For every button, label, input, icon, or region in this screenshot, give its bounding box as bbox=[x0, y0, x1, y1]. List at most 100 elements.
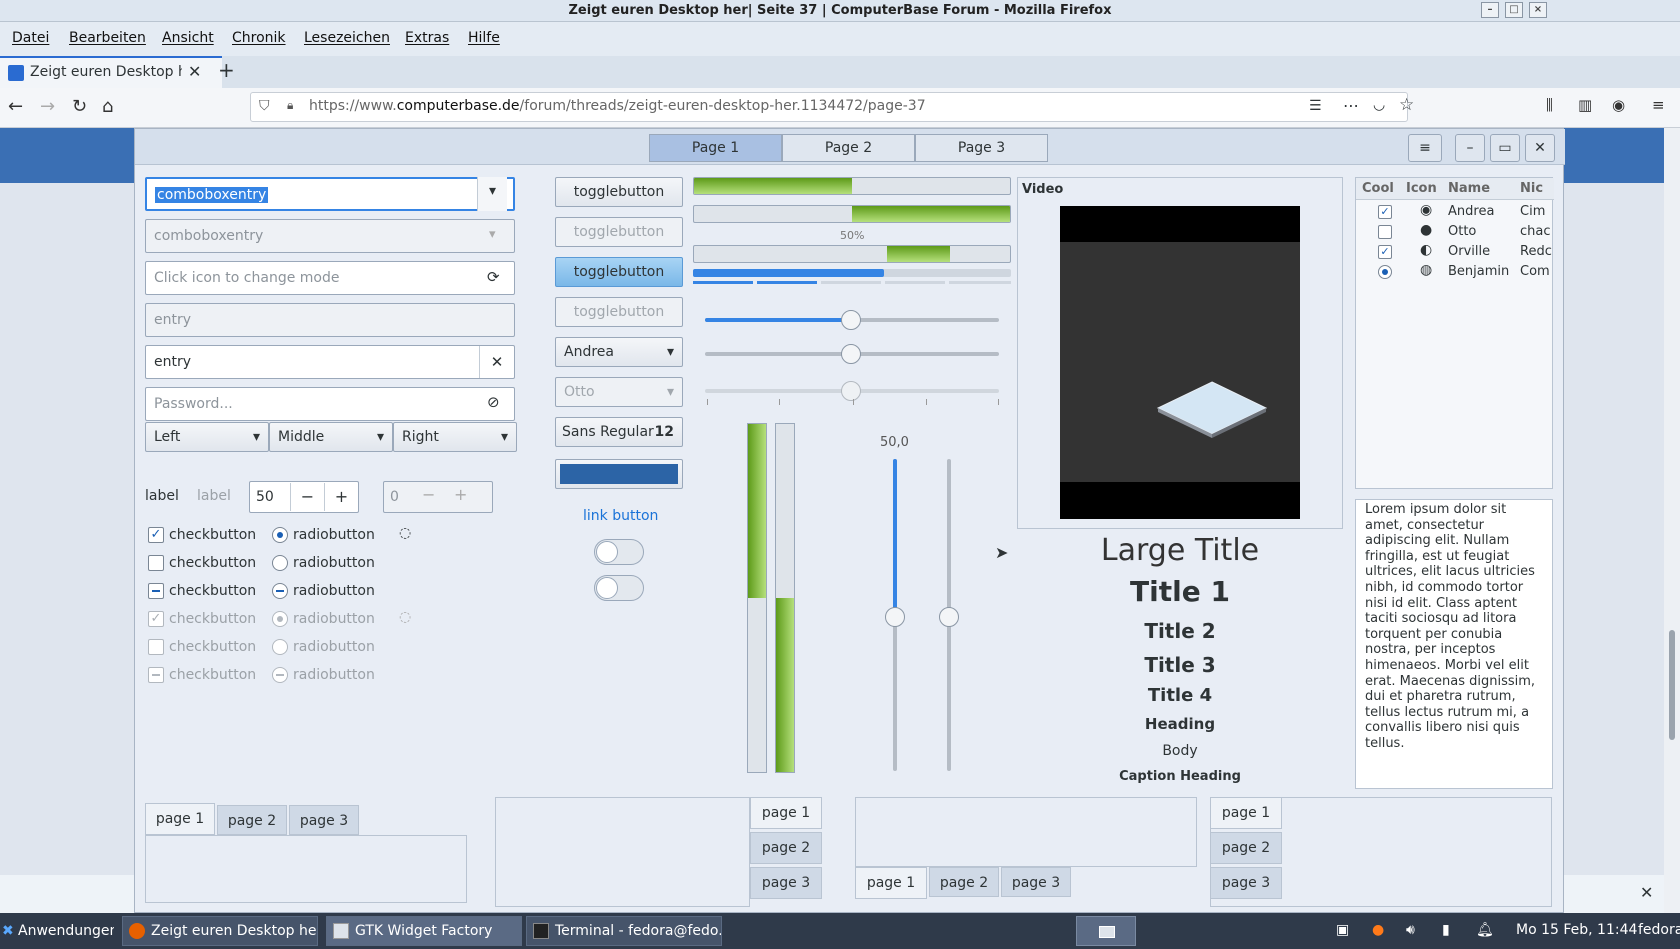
volume-icon[interactable]: 🔊︎ bbox=[1406, 922, 1415, 938]
link-button[interactable]: link button bbox=[583, 507, 658, 525]
icon-mode-entry[interactable]: Click icon to change mode bbox=[145, 261, 515, 295]
vscale-1-knob[interactable] bbox=[885, 607, 905, 627]
tree-column-name[interactable]: Name bbox=[1448, 181, 1490, 196]
notebook4-tab-page-3[interactable]: page 3 bbox=[1210, 867, 1282, 899]
user-name[interactable]: fedora bbox=[1638, 922, 1680, 938]
hide-password-icon[interactable]: ⊘ bbox=[487, 393, 500, 411]
switch-off[interactable] bbox=[594, 539, 644, 565]
tree-check-unchecked[interactable] bbox=[1378, 225, 1392, 239]
menu-lesezeichen[interactable]: Lesezeichen bbox=[304, 30, 390, 46]
togglebutton-active[interactable]: togglebutton bbox=[555, 257, 683, 287]
combo-andrea[interactable]: Andrea ▾ bbox=[555, 337, 683, 367]
library-icon[interactable]: ⫼ bbox=[1546, 96, 1553, 114]
refresh-icon[interactable]: ⟳ bbox=[487, 268, 500, 286]
notebook2-tab-page-1[interactable]: page 1 bbox=[750, 797, 822, 829]
font-button[interactable]: Sans Regular 12 bbox=[555, 417, 683, 447]
tree-column-cool[interactable]: Cool bbox=[1362, 181, 1394, 196]
taskbar-item-terminal[interactable]: Terminal - fedora@fedo... bbox=[526, 916, 722, 946]
hscale-1-knob[interactable] bbox=[841, 310, 861, 330]
menu-hilfe[interactable]: Hilfe bbox=[468, 30, 500, 46]
tab-page-1[interactable]: Page 1 bbox=[649, 134, 782, 162]
reader-icon[interactable]: ☰ bbox=[1309, 98, 1322, 114]
notebook3-tab-page-1[interactable]: page 1 bbox=[855, 867, 927, 899]
battery-icon[interactable]: ▮ bbox=[1442, 922, 1450, 938]
hamburger-menu-icon[interactable]: ≡ bbox=[1652, 96, 1665, 114]
menu-extras[interactable]: Extras bbox=[405, 30, 449, 46]
clock[interactable]: Mo 15 Feb, 11:44 bbox=[1516, 922, 1637, 938]
menu-bearbeiten[interactable]: Bearbeiten bbox=[69, 30, 146, 46]
combo-arrow-icon[interactable]: ▾ bbox=[477, 177, 507, 211]
align-left-combo[interactable]: Left ▾ bbox=[145, 422, 269, 452]
notebook2-tab-page-3[interactable]: page 3 bbox=[750, 867, 822, 899]
menu-datei[interactable]: Datei bbox=[12, 30, 49, 46]
menu-chronik[interactable]: Chronik bbox=[232, 30, 286, 46]
tab-page-2[interactable]: Page 2 bbox=[782, 134, 915, 162]
gtk-maximize-icon[interactable]: ▭ bbox=[1490, 134, 1520, 162]
applications-menu[interactable]: ✖ Anwendungen bbox=[0, 916, 114, 946]
checkbutton-unchecked[interactable] bbox=[148, 555, 164, 571]
gtk-minimize-icon[interactable]: – bbox=[1455, 134, 1485, 162]
entry-field[interactable]: entry bbox=[145, 345, 515, 379]
pocket-icon[interactable]: ◡ bbox=[1373, 97, 1385, 113]
star-icon[interactable]: ☆ bbox=[1399, 95, 1414, 115]
reload-icon[interactable]: ↻ bbox=[72, 96, 87, 117]
notebook3-tab-page-3[interactable]: page 3 bbox=[1001, 867, 1071, 897]
taskbar-item-gtk-widget-factory[interactable]: GTK Widget Factory bbox=[326, 916, 522, 946]
spin-minus-icon[interactable]: − bbox=[290, 483, 324, 511]
page-scrollbar[interactable] bbox=[1664, 128, 1680, 913]
color-button[interactable] bbox=[555, 459, 683, 489]
hscale-2-knob[interactable] bbox=[841, 344, 861, 364]
checkbutton-inconsistent[interactable] bbox=[148, 583, 164, 599]
tree-column-icon[interactable]: Icon bbox=[1406, 181, 1437, 196]
notification-close-icon[interactable]: ✕ bbox=[1640, 883, 1653, 902]
page-scrollbar-thumb[interactable] bbox=[1669, 630, 1675, 740]
notebook3-tab-page-2[interactable]: page 2 bbox=[929, 867, 999, 897]
notebook1-tab-page-1[interactable]: page 1 bbox=[145, 803, 215, 835]
tree-check-checked[interactable]: ✓ bbox=[1378, 245, 1392, 259]
forward-icon[interactable]: → bbox=[40, 96, 55, 117]
video-player[interactable] bbox=[1060, 206, 1300, 519]
workspace-switcher[interactable] bbox=[1076, 916, 1136, 946]
vscale-2-knob[interactable] bbox=[939, 607, 959, 627]
togglebutton[interactable]: togglebutton bbox=[555, 177, 683, 207]
firefox-tray-icon[interactable]: ● bbox=[1372, 922, 1384, 938]
notebook4-tab-page-1[interactable]: page 1 bbox=[1210, 797, 1282, 829]
more-icon[interactable]: ⋯ bbox=[1343, 96, 1359, 115]
tree-column-nick[interactable]: Nic bbox=[1520, 181, 1543, 196]
switch-off-2[interactable] bbox=[594, 575, 644, 601]
tree-radio-selected[interactable] bbox=[1378, 265, 1392, 279]
new-tab-icon[interactable]: + bbox=[218, 58, 235, 82]
shield-icon[interactable]: ⛉ bbox=[259, 98, 270, 114]
notebook1-tab-page-2[interactable]: page 2 bbox=[217, 805, 287, 835]
gtk-menu-icon[interactable]: ≡ bbox=[1408, 134, 1442, 162]
notebook1-tab-page-3[interactable]: page 3 bbox=[289, 805, 359, 835]
notebook4-tab-page-2[interactable]: page 2 bbox=[1210, 832, 1282, 864]
maximize-icon[interactable]: □ bbox=[1505, 2, 1523, 18]
minimize-icon[interactable]: – bbox=[1481, 2, 1499, 18]
radiobutton-selected[interactable] bbox=[272, 527, 288, 543]
tree-view[interactable]: Cool Icon Name Nic ✓ ◉ Andrea Cim ● Otto… bbox=[1355, 177, 1554, 489]
display-icon[interactable]: ▣ bbox=[1336, 922, 1349, 938]
align-right-combo[interactable]: Right ▾ bbox=[393, 422, 517, 452]
combobox-entry-focused[interactable]: comboboxentry bbox=[145, 177, 515, 211]
text-view[interactable]: Lorem ipsum dolor sit amet, consectetur … bbox=[1355, 499, 1553, 789]
gtk-close-icon[interactable]: ✕ bbox=[1525, 134, 1555, 162]
notebook2-tab-page-2[interactable]: page 2 bbox=[750, 832, 822, 864]
taskbar-item-firefox[interactable]: Zeigt euren Desktop he... bbox=[122, 916, 318, 946]
sidebar-icon[interactable]: ▥ bbox=[1578, 96, 1592, 114]
radiobutton[interactable] bbox=[272, 555, 288, 571]
checkbutton-checked[interactable]: ✓ bbox=[148, 527, 164, 543]
spin-plus-icon[interactable]: + bbox=[324, 483, 358, 511]
close-icon[interactable]: × bbox=[1529, 2, 1547, 18]
browser-tab[interactable]: Zeigt euren Desktop her ✕ bbox=[0, 56, 222, 88]
notification-bell-icon[interactable]: 🔔︎ bbox=[1476, 922, 1494, 938]
account-icon[interactable]: ◉ bbox=[1612, 96, 1625, 114]
tab-page-3[interactable]: Page 3 bbox=[915, 134, 1048, 162]
align-middle-combo[interactable]: Middle ▾ bbox=[269, 422, 393, 452]
url-bar[interactable]: ⛉ 🔒︎ https://www.computerbase.de/forum/t… bbox=[250, 92, 1414, 122]
tab-close-icon[interactable]: ✕ bbox=[188, 62, 201, 81]
radiobutton-inconsistent[interactable] bbox=[272, 583, 288, 599]
password-field[interactable]: Password... bbox=[145, 387, 515, 421]
clear-icon[interactable]: ✕ bbox=[479, 346, 514, 378]
home-icon[interactable]: ⌂ bbox=[102, 96, 113, 117]
